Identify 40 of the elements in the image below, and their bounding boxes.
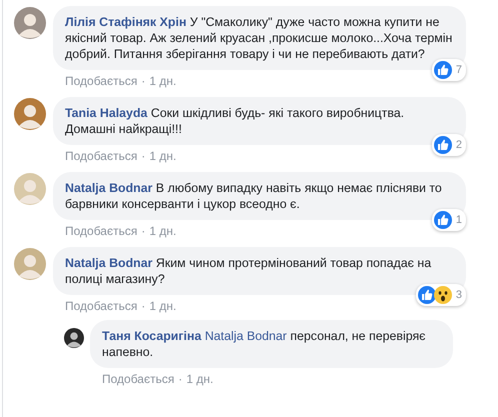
reaction-badge[interactable]: 1 [432,209,466,231]
comment-text: Tania Halayda Соки шкідливі будь- які такого виробництва. Домашні найкращі!!! [65,105,406,137]
author-link[interactable]: Natalja Bodnar [65,181,152,195]
comment-time[interactable]: 1 дн. [149,298,176,314]
surprised-face-icon [434,286,452,304]
author-link[interactable]: Tania Halayda [65,106,148,120]
reaction-badge[interactable]: 7 [432,59,466,81]
separator-dot: · [141,73,146,89]
reaction-count: 2 [456,139,462,151]
author-link[interactable]: Лілія Стафіняк Хрін [65,15,186,29]
reply-text: Таня Косаригіна Natalja Bodnar персонал, не перевіряє напевно. [102,328,426,360]
thumbs-up-icon [434,136,452,154]
reaction-badge[interactable]: 3 [416,284,466,306]
thumbs-up-icon [418,286,436,304]
like-link[interactable]: Подобається [65,223,138,239]
comment-time[interactable]: 1 дн. [186,371,214,387]
separator-dot: · [141,148,146,164]
comment-text: Лілія Стафіняк Хрін У "Смаколику" дуже часто можна купити не якісний товар. Аж зелений круасан ,прокисше молоко...Хоча термін добрий. Питання зберігання товару і чи не перебивають дати? [65,14,454,62]
separator-dot: · [178,371,182,387]
author-link[interactable]: Natalja Bodnar [65,256,152,270]
comment-time[interactable]: 1 дн. [149,73,176,89]
reaction-badge[interactable]: 2 [432,134,466,156]
separator-dot: · [141,298,146,314]
avatar-icon[interactable] [64,328,84,348]
mention-link[interactable]: Natalja Bodnar [204,329,287,343]
like-link[interactable]: Подобається [65,73,138,89]
thumbs-up-icon [434,211,452,229]
thumbs-up-icon [434,61,452,79]
like-link[interactable]: Подобається [65,298,138,314]
comment-time[interactable]: 1 дн. [149,148,176,164]
comment-text: Natalja Bodnar В любому випадку навіть якщо немає плісняви то барвники консерванти і цукор всеодно є. [65,180,443,212]
reaction-count: 7 [456,64,462,76]
comment-text: Natalja Bodnar Яким чином протермінований товар попадає на полиці магазину? [65,255,432,287]
comment-time[interactable]: 1 дн. [149,223,176,239]
reaction-count: 3 [456,289,462,301]
like-link[interactable]: Подобається [65,148,138,164]
author-link[interactable]: Таня Косаригіна [102,329,202,343]
reaction-count: 1 [456,214,462,226]
like-link[interactable]: Подобається [102,371,174,387]
separator-dot: · [141,223,146,239]
